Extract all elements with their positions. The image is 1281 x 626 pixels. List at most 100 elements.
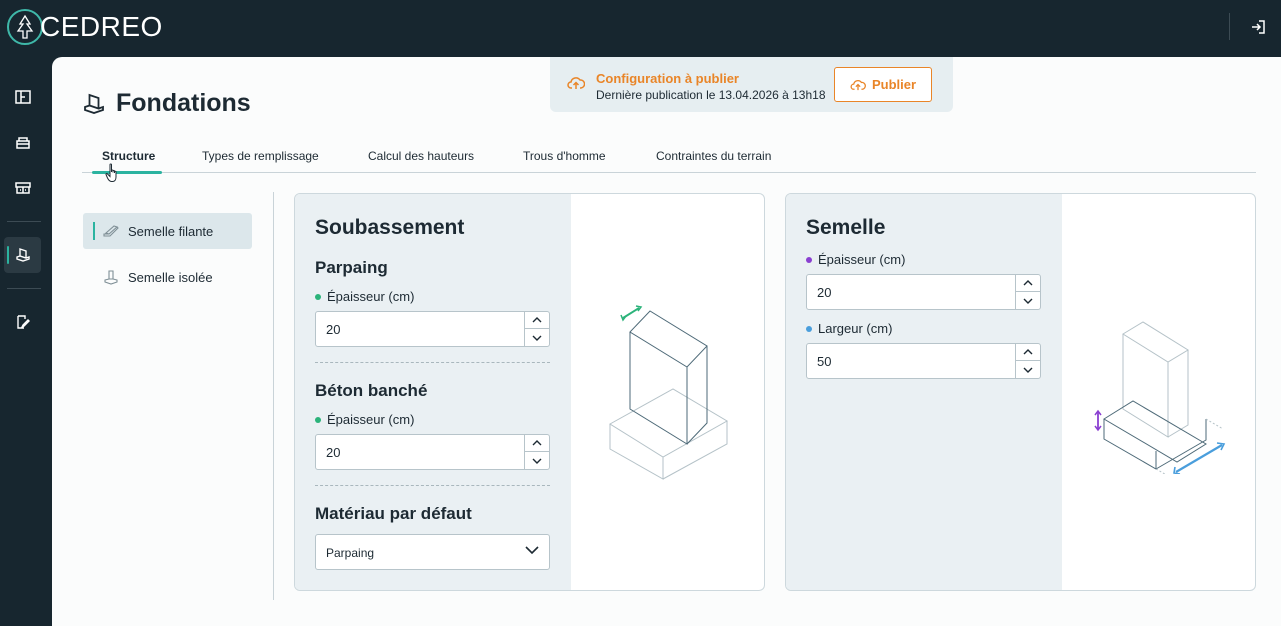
- decrement-button[interactable]: [1016, 361, 1040, 378]
- chevron-down-icon: [525, 546, 539, 555]
- tab-calcul-des-hauteurs[interactable]: Calcul des hauteurs: [368, 149, 474, 163]
- label-text: Épaisseur (cm): [327, 412, 415, 427]
- hand-cursor-icon: [105, 163, 117, 182]
- main-content: Configuration à publier Dernière publica…: [52, 57, 1281, 626]
- beton-thickness-input[interactable]: 20: [315, 434, 550, 470]
- brand-name: CEDREO: [40, 11, 163, 42]
- page-title: Fondations: [116, 89, 251, 117]
- label-text: Épaisseur (cm): [818, 252, 906, 267]
- chevron-up-icon: [1023, 349, 1033, 355]
- subnav-item-semelle-isolee[interactable]: Semelle isolée: [83, 259, 252, 295]
- logout-button[interactable]: [1245, 14, 1271, 40]
- increment-button[interactable]: [1016, 275, 1040, 292]
- tab-types-de-remplissage[interactable]: Types de remplissage: [202, 149, 319, 163]
- edit-document-icon: [16, 315, 30, 329]
- chevron-down-icon: [532, 458, 542, 464]
- semelle-card: Semelle Épaisseur (cm) 20 Largeur (cm) 5…: [785, 193, 1256, 591]
- number-stepper: [524, 312, 549, 346]
- topbar-divider: [1229, 13, 1230, 40]
- decrement-button[interactable]: [525, 329, 549, 346]
- chevron-down-icon: [1023, 298, 1033, 304]
- chevron-down-icon: [1023, 367, 1033, 373]
- chevron-up-icon: [1023, 280, 1033, 286]
- furniture-icon: [15, 137, 30, 149]
- sidebar-item-kitchen[interactable]: [4, 170, 41, 206]
- publish-button[interactable]: Publier: [834, 67, 932, 102]
- green-dot-icon: [315, 416, 321, 423]
- sidebar-item-floorplan[interactable]: [4, 79, 41, 115]
- section-divider: [315, 485, 550, 486]
- card-title: Soubassement: [315, 216, 465, 239]
- floorplan-icon: [14, 90, 31, 104]
- semelle-form: Semelle Épaisseur (cm) 20 Largeur (cm) 5…: [786, 194, 1062, 590]
- sidebar-item-furniture[interactable]: [4, 125, 41, 161]
- field-label: Épaisseur (cm): [315, 289, 414, 304]
- section-title-materiau: Matériau par défaut: [315, 504, 472, 523]
- tab-contraintes-du-terrain[interactable]: Contraintes du terrain: [656, 149, 771, 163]
- purple-dot-icon: [806, 256, 812, 263]
- chevron-down-icon: [532, 335, 542, 341]
- field-label: Épaisseur (cm): [806, 252, 905, 267]
- label-text: Largeur (cm): [818, 321, 893, 336]
- tab-structure[interactable]: Structure: [102, 149, 155, 163]
- parpaing-thickness-input[interactable]: 20: [315, 311, 550, 347]
- subnav-item-semelle-filante[interactable]: Semelle filante: [83, 213, 252, 249]
- field-label: Largeur (cm): [806, 321, 892, 336]
- semelle-thickness-input[interactable]: 20: [806, 274, 1041, 310]
- chevron-up-icon: [532, 317, 542, 323]
- card-title: Semelle: [806, 216, 886, 239]
- increment-button[interactable]: [525, 435, 549, 452]
- field-label: Épaisseur (cm): [315, 412, 414, 427]
- strip-footing-icon: [103, 225, 119, 237]
- foundations-icon: [84, 93, 104, 114]
- select-value: Parpaing: [326, 546, 375, 560]
- increment-button[interactable]: [525, 312, 549, 329]
- label-text: Épaisseur (cm): [327, 289, 415, 304]
- default-material-select[interactable]: Parpaing: [315, 534, 550, 570]
- sidebar-item-foundations[interactable]: [4, 237, 41, 273]
- cloud-upload-icon: [850, 79, 866, 90]
- tab-bar: Structure Types de remplissage Calcul de…: [82, 147, 1256, 174]
- soubassement-card: Soubassement Parpaing Épaisseur (cm) 20: [294, 193, 765, 591]
- chevron-up-icon: [532, 440, 542, 446]
- tree-logo-icon: [7, 9, 43, 45]
- subnav-label: Semelle filante: [128, 223, 214, 239]
- cloud-upload-icon: [567, 77, 585, 89]
- publish-banner: Configuration à publier Dernière publica…: [550, 57, 953, 112]
- semelle-width-input[interactable]: 50: [806, 343, 1041, 379]
- section-divider: [315, 362, 550, 363]
- wall-footing-illustration: [609, 305, 728, 480]
- number-stepper: [1015, 275, 1040, 309]
- section-title-beton-banche: Béton banché: [315, 381, 428, 400]
- subnav-label: Semelle isolée: [128, 269, 213, 285]
- active-tab-indicator: [92, 171, 162, 174]
- number-stepper: [524, 435, 549, 469]
- top-bar: CEDREO: [0, 0, 1281, 57]
- decrement-button[interactable]: [525, 452, 549, 469]
- publish-title: Configuration à publier: [596, 71, 739, 86]
- sidebar: [0, 57, 52, 626]
- tab-trous-dhomme[interactable]: Trous d'homme: [523, 149, 606, 163]
- blue-dot-icon: [806, 325, 812, 332]
- last-publication-text: Dernière publication le 13.04.2026 à 13h…: [596, 88, 826, 102]
- sidebar-divider: [7, 288, 41, 289]
- input-value: 20: [817, 285, 832, 300]
- page-header: Fondations: [82, 89, 251, 118]
- content-divider: [273, 192, 274, 600]
- foundations-icon: [15, 248, 30, 262]
- publish-button-label: Publier: [871, 77, 917, 92]
- kitchen-icon: [14, 182, 31, 194]
- decrement-button[interactable]: [1016, 292, 1040, 309]
- logout-icon: [1252, 20, 1265, 34]
- sidebar-item-edit-document[interactable]: [4, 304, 41, 340]
- soubassement-form: Soubassement Parpaing Épaisseur (cm) 20: [295, 194, 571, 590]
- increment-button[interactable]: [1016, 344, 1040, 361]
- green-dot-icon: [315, 293, 321, 300]
- number-stepper: [1015, 344, 1040, 378]
- input-value: 20: [326, 322, 341, 337]
- section-title-parpaing: Parpaing: [315, 258, 388, 277]
- sidebar-divider: [7, 221, 41, 222]
- input-value: 50: [817, 354, 832, 369]
- cedreo-logo[interactable]: CEDREO: [6, 7, 163, 47]
- input-value: 20: [326, 445, 341, 460]
